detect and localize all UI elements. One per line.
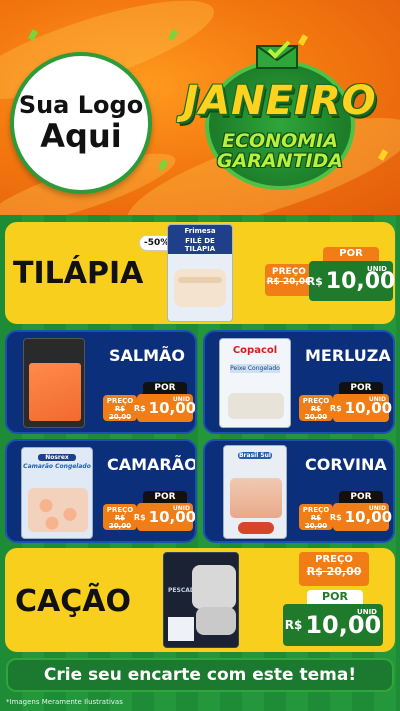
old-price-label: PREÇO <box>302 506 330 514</box>
fish-fillet-image <box>228 393 284 419</box>
currency-symbol: R$ <box>133 512 146 522</box>
campaign-subtitle-line1: ECONOMIA <box>222 130 338 152</box>
package-brand: Frimesa <box>168 225 232 237</box>
currency-symbol: R$ <box>329 403 342 413</box>
salmon-fillet-image <box>29 363 81 421</box>
campaign-badge: JANEIRO ECONOMIA GARANTIDA <box>175 40 385 190</box>
header-banner: Sua Logo Aqui JANEIRO ECONOMIA GARANTIDA <box>0 0 400 215</box>
product-image <box>23 338 85 428</box>
currency-symbol: R$ <box>133 403 146 413</box>
unit-label: UNID <box>367 265 387 273</box>
campaign-subtitle: ECONOMIA GARANTIDA <box>175 130 385 172</box>
fillet-image <box>174 269 226 307</box>
old-price-value: R$ 20,00 <box>108 405 132 421</box>
product-name: CAMARÃO <box>107 455 197 474</box>
dish-image <box>238 522 274 534</box>
por-label: POR <box>323 247 379 261</box>
product-name: CAÇÃO <box>15 584 131 619</box>
product-card-tilapia[interactable]: TILÁPIA -50% Frimesa FILÉ DE TILÁPIA PRE… <box>5 222 395 324</box>
fish-steak-image <box>196 607 236 635</box>
store-logo-placeholder: Sua Logo Aqui <box>10 52 152 194</box>
product-card-merluza[interactable]: Copacol Peixe Congelado MERLUZA POR PREÇ… <box>203 330 395 434</box>
package-brand: Nosrex <box>38 454 76 461</box>
old-price-label: PREÇO <box>106 397 134 405</box>
new-price-box: R$ 10,00 UNID <box>329 394 392 422</box>
product-card-corvina[interactable]: Brasil Sul CORVINA POR PREÇO R$ 20,00 R$… <box>203 439 395 543</box>
product-card-camarao[interactable]: Nosrex Camarão Congelado CAMARÃO POR PRE… <box>5 439 197 543</box>
por-label: POR <box>307 590 363 604</box>
product-name: MERLUZA <box>305 346 391 365</box>
old-price-box: PREÇO R$ 20,00 <box>103 395 137 421</box>
old-price-box: PREÇO R$ 20,00 <box>299 504 333 530</box>
logo-text-line1: Sua Logo <box>18 91 144 120</box>
product-image: Brasil Sul <box>223 445 287 539</box>
unit-label: UNID <box>368 396 386 403</box>
product-card-cacao[interactable]: CAÇÃO PESCADOS PREÇO R$ 20,00 POR R$ 10,… <box>5 548 395 652</box>
product-card-salmao[interactable]: SALMÃO POR PREÇO R$ 20,00 R$ 10,00 UNID <box>5 330 197 434</box>
currency-symbol: R$ <box>329 512 342 522</box>
old-price-box: PREÇO R$ 20,00 <box>103 504 137 530</box>
campaign-title: JANEIRO <box>183 78 377 124</box>
unit-label: UNID <box>368 505 386 512</box>
por-label: POR <box>339 491 383 503</box>
product-image: PESCADOS <box>163 552 239 648</box>
nutrition-label <box>168 617 194 641</box>
fish-fillet-image <box>230 478 282 518</box>
old-price-value: R$ 20,00 <box>304 514 328 530</box>
old-price-label: PREÇO <box>302 397 330 405</box>
new-price-box: R$ 10,00 UNID <box>133 394 195 422</box>
product-image: Nosrex Camarão Congelado <box>21 447 93 539</box>
new-price-box: R$ 10,00 UNID <box>329 503 392 531</box>
currency-symbol: R$ <box>306 274 323 288</box>
product-name: SALMÃO <box>109 346 186 365</box>
por-label: POR <box>339 382 383 394</box>
create-flyer-cta[interactable]: Crie seu encarte com este tema! <box>6 658 394 692</box>
old-price-label: PREÇO <box>106 506 134 514</box>
package-title: Peixe Congelado <box>230 364 280 373</box>
product-name: CORVINA <box>305 455 387 474</box>
disclaimer-text: *Imagens Meramente Ilustrativas <box>6 698 123 706</box>
new-price-box: R$ 10,00 UNID <box>283 604 383 646</box>
fillet-detail <box>178 277 222 283</box>
shrimp-image <box>28 488 88 532</box>
new-price-box: R$ 10,00 UNID <box>306 261 395 301</box>
campaign-subtitle-line2: GARANTIDA <box>216 149 344 172</box>
currency-symbol: R$ <box>284 618 303 632</box>
package-title: FILÉ DE TILÁPIA <box>168 237 232 255</box>
unit-label: UNID <box>172 505 190 512</box>
old-price-value: R$ 20,00 <box>306 565 362 578</box>
por-label: POR <box>143 491 187 503</box>
old-price-box: PREÇO R$ 20,00 <box>299 395 333 421</box>
por-label: POR <box>143 382 187 394</box>
old-price-box: PREÇO R$ 20,00 <box>299 552 369 586</box>
package-title: Camarão Congelado <box>23 463 91 470</box>
unit-label: UNID <box>172 396 190 403</box>
fish-steak-image <box>192 565 236 609</box>
product-image: Copacol Peixe Congelado <box>219 338 291 428</box>
package-brand: Copacol <box>232 345 278 356</box>
package-brand: Brasil Sul <box>238 452 272 459</box>
old-price-label: PREÇO <box>315 554 353 565</box>
logo-text-line2: Aqui <box>40 117 122 156</box>
product-image: Frimesa FILÉ DE TILÁPIA <box>167 224 233 322</box>
new-price-box: R$ 10,00 UNID <box>133 503 195 531</box>
old-price-value: R$ 20,00 <box>304 405 328 421</box>
product-name: TILÁPIA <box>13 256 144 291</box>
unit-label: UNID <box>357 608 377 616</box>
envelope-check-icon <box>256 40 298 69</box>
old-price-value: R$ 20,00 <box>108 514 132 530</box>
